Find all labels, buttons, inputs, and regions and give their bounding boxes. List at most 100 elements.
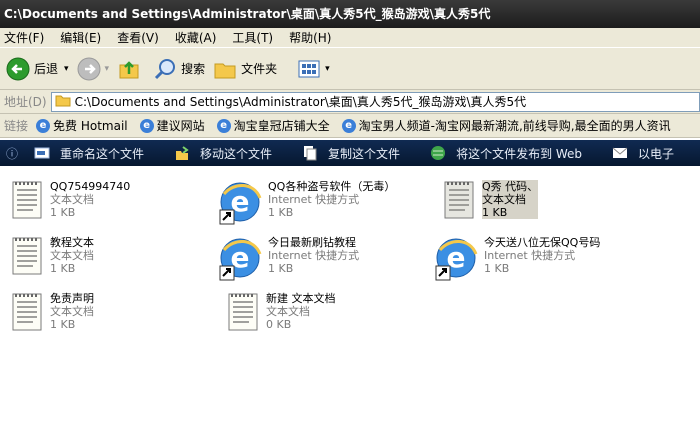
views-dropdown-icon[interactable]: ▾ (325, 64, 330, 74)
text-file-icon (444, 181, 474, 219)
file-size: 1 KB (484, 262, 510, 275)
file-size: 1 KB (268, 262, 294, 275)
toolbar: 后退 ▾ ▾ 搜索 文件夹 ▾ (0, 48, 700, 90)
file-item[interactable]: 教程文本 文本文档 1 KB (10, 236, 94, 276)
task-label: 以电子 (638, 146, 675, 161)
link-hotmail[interactable]: e 免费 Hotmail (36, 117, 128, 134)
ie-icon: e (139, 118, 154, 133)
link-label: 建议网站 (156, 119, 205, 133)
task-rename[interactable]: 重命名这个文件 (34, 145, 144, 162)
task-email[interactable]: 以电子 (612, 145, 674, 162)
address-folder-icon (55, 93, 71, 110)
file-size: 1 KB (50, 262, 76, 275)
file-item[interactable]: QQ754994740 文本文档 1 KB (10, 180, 130, 220)
forward-dropdown-icon[interactable]: ▾ (105, 64, 110, 74)
search-icon (153, 57, 177, 81)
menu-view[interactable]: 查看(V) (117, 29, 159, 46)
file-size: 1 KB (50, 318, 76, 331)
menu-help[interactable]: 帮助(H) (289, 29, 331, 46)
file-type: Internet 快捷方式 (268, 249, 360, 262)
file-item[interactable]: 免责声明 文本文档 1 KB (10, 292, 94, 332)
address-label: 地址(D) (4, 95, 47, 109)
menu-favorites[interactable]: 收藏(A) (175, 29, 217, 46)
ie-icon: e (341, 118, 356, 133)
back-button[interactable]: 后退 ▾ (6, 57, 69, 81)
email-icon (612, 145, 628, 161)
task-copy[interactable]: 复制这个文件 (302, 145, 400, 162)
file-item[interactable]: Q秀 代码、 文本文档 1 KB (442, 180, 539, 220)
file-name: QQ各种盗号软件（无毒） (268, 180, 396, 193)
file-name: Q秀 代码、 (482, 180, 539, 193)
task-move[interactable]: 移动这个文件 (174, 145, 272, 162)
file-list: QQ754994740 文本文档 1 KB e QQ各种盗号软件（无毒） Int… (0, 166, 700, 421)
link-label: 淘宝皇冠店铺大全 (233, 119, 330, 133)
info-icon: ⓘ (6, 146, 19, 161)
copy-icon (302, 145, 318, 161)
back-dropdown-icon[interactable]: ▾ (64, 64, 69, 74)
links-bar: 链接 e 免费 Hotmail e 建议网站 e 淘宝皇冠店铺大全 e 淘宝男人频道-淘… (0, 114, 700, 138)
file-type: 文本文档 (50, 249, 94, 262)
forward-arrow-icon (77, 57, 101, 81)
file-size: 1 KB (50, 206, 76, 219)
link-label: 淘宝男人频道-淘宝网最新潮流,前线导购,最全面的男人资讯 (358, 119, 671, 133)
task-label: 移动这个文件 (200, 146, 273, 161)
move-icon (174, 145, 190, 161)
rename-icon (34, 145, 50, 161)
file-type: Internet 快捷方式 (484, 249, 576, 262)
link-label: 免费 Hotmail (53, 119, 128, 133)
search-button[interactable]: 搜索 (153, 57, 205, 81)
views-grid-icon (297, 57, 321, 81)
file-name: QQ754994740 (50, 180, 131, 193)
back-arrow-icon (6, 57, 30, 81)
task-label: 将这个文件发布到 Web (456, 146, 583, 161)
text-file-icon (12, 237, 42, 275)
address-value: C:\Documents and Settings\Administrator\… (74, 95, 527, 109)
back-label: 后退 (34, 62, 59, 76)
file-item[interactable]: e 今天送八位无保QQ号码 Internet 快捷方式 1 KB (434, 236, 600, 282)
task-label: 重命名这个文件 (60, 146, 145, 161)
file-type: 文本文档 (50, 305, 94, 318)
file-type: 文本文档 (482, 193, 526, 206)
file-name: 今日最新刷钻教程 (268, 236, 356, 249)
file-name: 免责声明 (50, 292, 94, 305)
address-input[interactable]: C:\Documents and Settings\Administrator\… (50, 91, 700, 112)
window-title: C:\Documents and Settings\Administrator\… (0, 0, 700, 28)
address-bar: 地址(D) C:\Documents and Settings\Administ… (0, 90, 700, 114)
file-item[interactable]: e QQ各种盗号软件（无毒） Internet 快捷方式 1 KB (218, 180, 395, 226)
ie-shortcut-icon: e (219, 238, 262, 281)
links-label: 链接 (4, 119, 29, 133)
link-taobao-shops[interactable]: e 淘宝皇冠店铺大全 (216, 117, 330, 134)
globe-icon (430, 145, 446, 161)
file-size: 1 KB (482, 206, 508, 219)
ie-icon: e (216, 118, 231, 133)
ie-shortcut-icon: e (219, 182, 262, 225)
link-suggested-sites[interactable]: e 建议网站 (139, 117, 205, 134)
file-type: 文本文档 (266, 305, 310, 318)
file-name: 今天送八位无保QQ号码 (484, 236, 601, 249)
up-button[interactable] (117, 57, 145, 81)
file-type: Internet 快捷方式 (268, 193, 360, 206)
menu-bar: 文件(F) 编辑(E) 查看(V) 收藏(A) 工具(T) 帮助(H) (0, 28, 700, 48)
link-taobao-men[interactable]: e 淘宝男人频道-淘宝网最新潮流,前线导购,最全面的男人资讯 (341, 117, 671, 134)
file-item[interactable]: 新建 文本文档 文本文档 0 KB (226, 292, 336, 332)
menu-file[interactable]: 文件(F) (4, 29, 44, 46)
ie-shortcut-icon: e (435, 238, 478, 281)
forward-button[interactable]: ▾ (77, 57, 110, 81)
search-label: 搜索 (181, 62, 206, 76)
file-tasks-bar: ⓘ 重命名这个文件 移动这个文件 复制这个文件 将这个文件发布到 Web 以电子 (0, 140, 700, 166)
text-file-icon (228, 293, 258, 331)
task-label: 复制这个文件 (328, 146, 401, 161)
text-file-icon (12, 181, 42, 219)
file-name: 新建 文本文档 (266, 292, 336, 305)
text-file-icon (12, 293, 42, 331)
folder-up-icon (117, 57, 141, 81)
ie-icon: e (36, 118, 51, 133)
file-size: 0 KB (266, 318, 292, 331)
menu-edit[interactable]: 编辑(E) (60, 29, 101, 46)
task-publish-web[interactable]: 将这个文件发布到 Web (430, 145, 582, 162)
views-button[interactable]: ▾ (297, 57, 330, 81)
file-item[interactable]: e 今日最新刷钻教程 Internet 快捷方式 1 KB (218, 236, 359, 282)
menu-tools[interactable]: 工具(T) (232, 29, 273, 46)
folders-button[interactable]: 文件夹 (213, 57, 277, 81)
file-name: 教程文本 (50, 236, 94, 249)
